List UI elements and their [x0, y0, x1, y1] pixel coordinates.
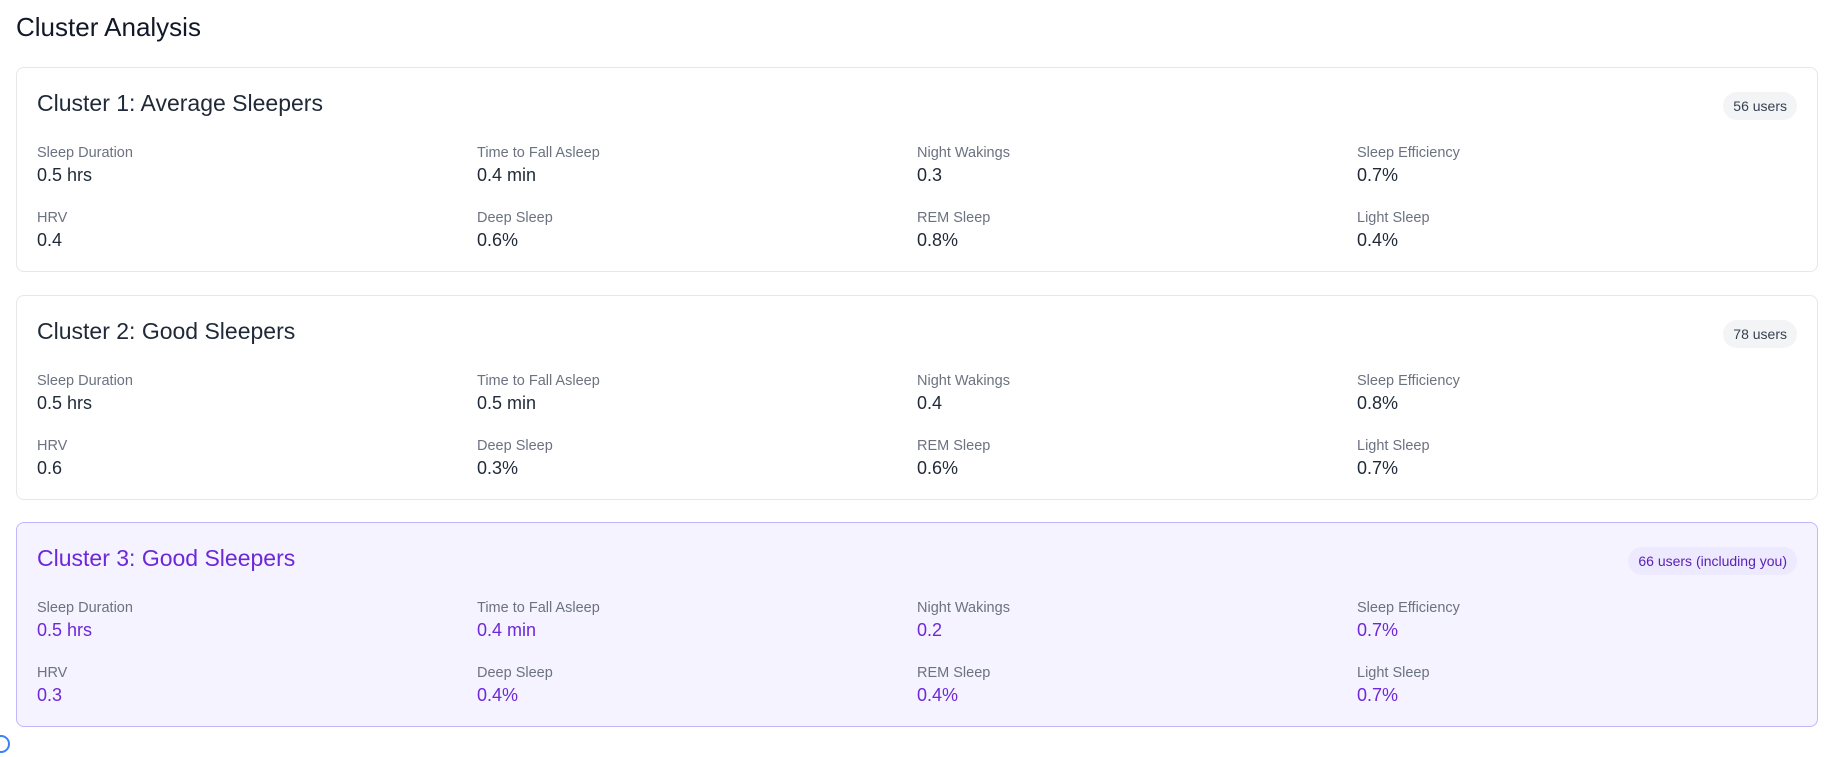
metric-value: 0.3 — [37, 685, 63, 705]
metric-value: 0.6% — [917, 458, 959, 478]
metric-sleep-duration: Sleep Duration 0.5 hrs — [37, 144, 477, 209]
metric-label: Sleep Efficiency — [1357, 600, 1460, 616]
metric-value: 0.5 hrs — [37, 620, 93, 640]
metric-rem-sleep: REM Sleep 0.8% — [917, 209, 1357, 274]
metric-label: Sleep Efficiency — [1357, 373, 1460, 389]
metric-deep-sleep: Deep Sleep 0.6% — [477, 209, 917, 274]
metric-label: Sleep Duration — [37, 145, 133, 161]
metric-value: 0.7% — [1357, 165, 1399, 185]
metric-label: Deep Sleep — [477, 210, 553, 226]
metric-label: REM Sleep — [917, 665, 991, 681]
metric-value: 0.4 min — [477, 620, 537, 640]
metric-deep-sleep: Deep Sleep 0.4% — [477, 664, 917, 729]
metric-value: 0.8% — [917, 230, 959, 250]
metric-label: Sleep Efficiency — [1357, 145, 1460, 161]
metric-label: REM Sleep — [917, 210, 991, 226]
metric-sleep-efficiency: Sleep Efficiency 0.7% — [1357, 599, 1797, 664]
metric-value: 0.7% — [1357, 620, 1399, 640]
metric-light-sleep: Light Sleep 0.7% — [1357, 664, 1797, 729]
user-count-badge: 66 users (including you) — [1628, 547, 1797, 575]
metric-sleep-duration: Sleep Duration 0.5 hrs — [37, 599, 477, 664]
cluster-title: Cluster 2: Good Sleepers — [37, 318, 296, 344]
metric-sleep-efficiency: Sleep Efficiency 0.7% — [1357, 144, 1797, 209]
metric-time-to-fall-asleep: Time to Fall Asleep 0.4 min — [477, 599, 917, 664]
metric-value: 0.4 — [37, 230, 63, 250]
metric-label: Sleep Duration — [37, 600, 133, 616]
metric-label: Night Wakings — [917, 600, 1010, 616]
metric-night-wakings: Night Wakings 0.2 — [917, 599, 1357, 664]
cluster-title: Cluster 3: Good Sleepers — [37, 545, 296, 571]
metrics-grid: Sleep Duration 0.5 hrs Time to Fall Asle… — [37, 599, 1797, 729]
metric-light-sleep: Light Sleep 0.4% — [1357, 209, 1797, 274]
cluster-analysis-page: Cluster Analysis Cluster 1: Average Slee… — [0, 0, 1843, 757]
metric-night-wakings: Night Wakings 0.4 — [917, 372, 1357, 437]
metric-value: 0.7% — [1357, 458, 1399, 478]
metric-label: Night Wakings — [917, 373, 1010, 389]
metric-time-to-fall-asleep: Time to Fall Asleep 0.5 min — [477, 372, 917, 437]
metric-hrv: HRV 0.6 — [37, 437, 477, 502]
metric-value: 0.6% — [477, 230, 519, 250]
metric-value: 0.4 min — [477, 165, 537, 185]
metric-value: 0.3 — [917, 165, 943, 185]
cluster-card-2: Cluster 2: Good Sleepers 78 users Sleep … — [16, 295, 1818, 500]
metric-value: 0.5 hrs — [37, 165, 93, 185]
metric-light-sleep: Light Sleep 0.7% — [1357, 437, 1797, 502]
metric-value: 0.6 — [37, 458, 63, 478]
metric-label: Deep Sleep — [477, 665, 553, 681]
user-count-badge: 78 users — [1723, 320, 1797, 348]
metric-value: 0.7% — [1357, 685, 1399, 705]
metric-time-to-fall-asleep: Time to Fall Asleep 0.4 min — [477, 144, 917, 209]
metric-value: 0.5 min — [477, 393, 537, 413]
metric-value: 0.4% — [477, 685, 519, 705]
cluster-card-3: Cluster 3: Good Sleepers 66 users (inclu… — [16, 522, 1818, 727]
metric-label: HRV — [37, 210, 68, 226]
metric-label: Time to Fall Asleep — [477, 373, 600, 389]
metric-value: 0.8% — [1357, 393, 1399, 413]
metric-rem-sleep: REM Sleep 0.4% — [917, 664, 1357, 729]
metric-value: 0.4 — [917, 393, 943, 413]
metric-label: Light Sleep — [1357, 438, 1430, 454]
metric-hrv: HRV 0.4 — [37, 209, 477, 274]
metric-value: 0.4% — [917, 685, 959, 705]
metrics-grid: Sleep Duration 0.5 hrs Time to Fall Asle… — [37, 372, 1797, 502]
metrics-grid: Sleep Duration 0.5 hrs Time to Fall Asle… — [37, 144, 1797, 274]
metric-hrv: HRV 0.3 — [37, 664, 477, 729]
metric-sleep-duration: Sleep Duration 0.5 hrs — [37, 372, 477, 437]
cluster-card-1: Cluster 1: Average Sleepers 56 users Sle… — [16, 67, 1818, 272]
metric-sleep-efficiency: Sleep Efficiency 0.8% — [1357, 372, 1797, 437]
metric-rem-sleep: REM Sleep 0.6% — [917, 437, 1357, 502]
user-count-badge: 56 users — [1723, 92, 1797, 120]
page-title: Cluster Analysis — [16, 12, 201, 42]
metric-night-wakings: Night Wakings 0.3 — [917, 144, 1357, 209]
metric-label: Time to Fall Asleep — [477, 600, 600, 616]
metric-label: REM Sleep — [917, 438, 991, 454]
metric-value: 0.2 — [917, 620, 943, 640]
metric-value: 0.4% — [1357, 230, 1399, 250]
floating-widget-icon[interactable] — [0, 735, 10, 753]
metric-label: Deep Sleep — [477, 438, 553, 454]
metric-label: Light Sleep — [1357, 665, 1430, 681]
metric-label: HRV — [37, 438, 68, 454]
cluster-title: Cluster 1: Average Sleepers — [37, 90, 323, 116]
metric-value: 0.5 hrs — [37, 393, 93, 413]
metric-label: HRV — [37, 665, 68, 681]
metric-value: 0.3% — [477, 458, 519, 478]
metric-deep-sleep: Deep Sleep 0.3% — [477, 437, 917, 502]
metric-label: Night Wakings — [917, 145, 1010, 161]
metric-label: Time to Fall Asleep — [477, 145, 600, 161]
metric-label: Sleep Duration — [37, 373, 133, 389]
metric-label: Light Sleep — [1357, 210, 1430, 226]
